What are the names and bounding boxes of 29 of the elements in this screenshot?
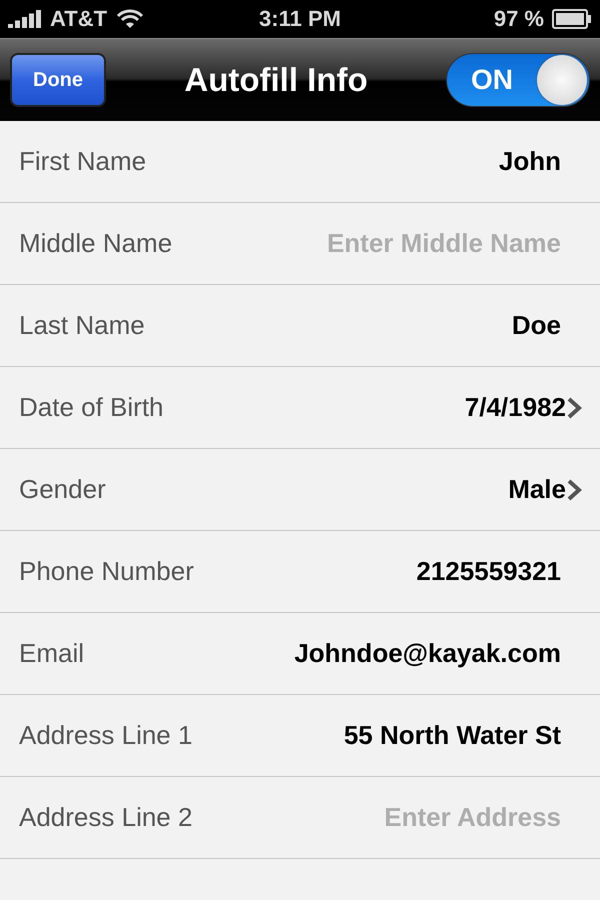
field-value[interactable]: 55 North Water St [344,720,582,751]
clock-time: 3:11 PM [259,6,341,32]
chevron-icon [566,478,582,500]
chevron-icon [566,396,582,418]
autofill-toggle[interactable]: ON [446,53,590,107]
field-label: First Name [19,146,148,177]
signal-icon [8,10,42,28]
field-label: Last Name [19,310,146,341]
field-label: Gender [19,474,107,505]
input-field[interactable]: Enter Address [241,802,582,833]
field-value[interactable]: John [498,146,582,177]
field-label: Date of Birth [19,392,165,423]
wifi-icon [115,8,146,30]
done-button[interactable]: Done [10,53,106,107]
picker-value[interactable]: 7/4/1982 [464,392,566,423]
field-value[interactable]: 2125559321 [416,556,582,587]
field-label: Email [19,638,86,669]
field-value[interactable]: Doe [512,310,582,341]
picker-value[interactable]: Male [508,474,566,505]
screen-title: Autofill Info [184,61,368,99]
field-label: Address Line 1 [19,720,194,751]
input-field[interactable]: Enter Middle Name [241,228,582,259]
carrier-name: AT&T [50,6,108,32]
battery-percent: 97 % [494,6,544,32]
battery-icon [552,9,592,29]
field-label: Phone Number [19,556,195,587]
field-label: Middle Name [19,228,174,259]
field-value[interactable]: Johndoe@kayak.com [294,638,582,669]
field-label: Address Line 2 [19,802,194,833]
